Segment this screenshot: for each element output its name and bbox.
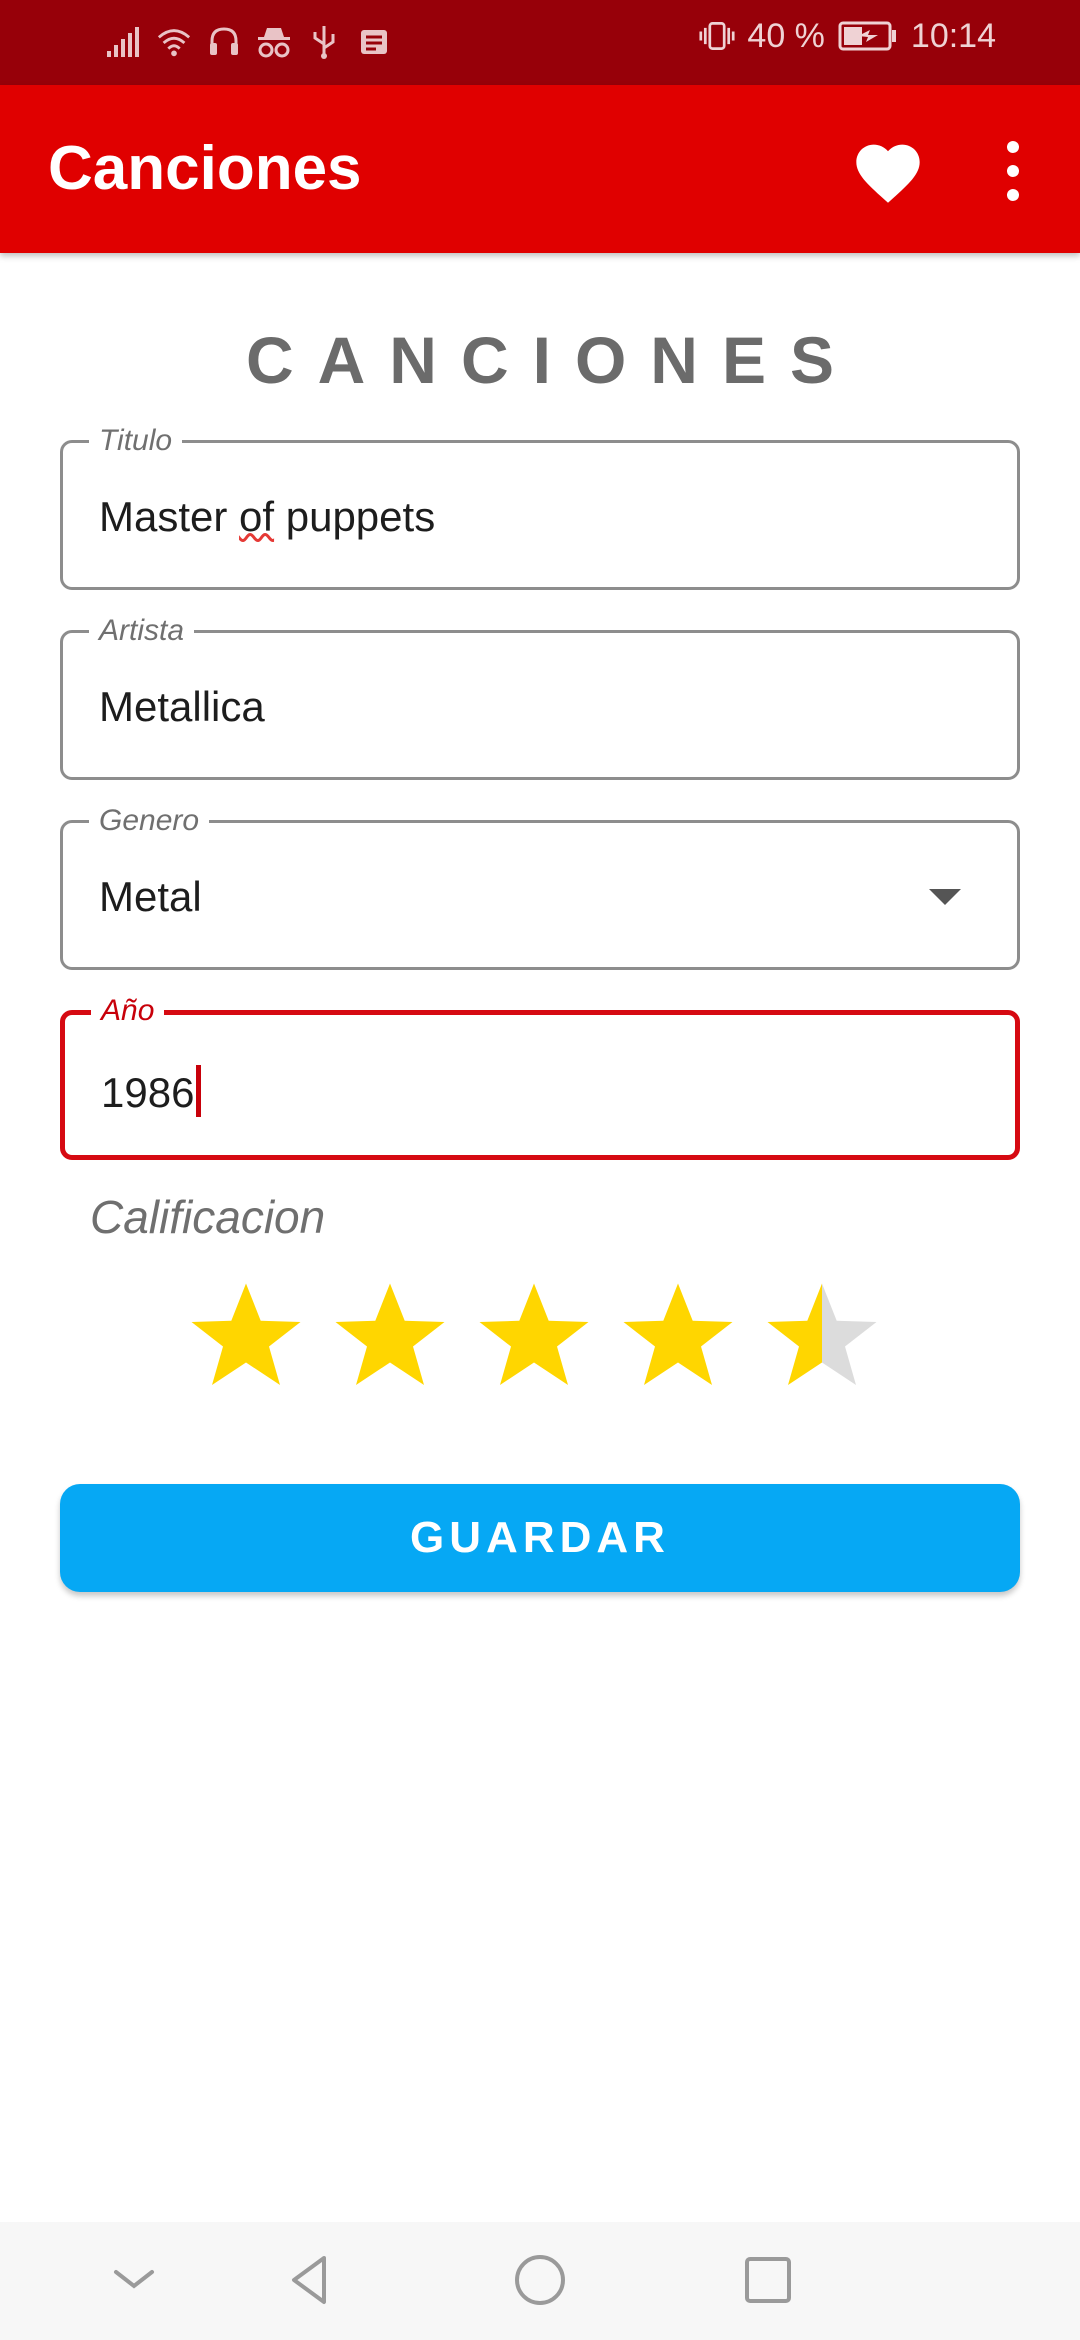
anio-field[interactable]: Año 1986	[60, 995, 1020, 1160]
genero-dropdown[interactable]: Genero Metal	[60, 805, 1020, 970]
artista-input[interactable]: Metallica	[99, 683, 981, 731]
collapse-button[interactable]	[104, 2250, 164, 2310]
signal-icon	[106, 22, 142, 62]
usb-icon	[306, 22, 342, 62]
battery-charging-icon	[837, 16, 899, 56]
page-heading: CANCIONES	[245, 323, 859, 397]
text-cursor	[196, 1065, 202, 1117]
titulo-word: puppets	[285, 493, 436, 540]
titulo-field[interactable]: Titulo Master of puppets	[60, 425, 1020, 590]
artista-field[interactable]: Artista Metallica	[60, 615, 1020, 780]
navigation-bar	[0, 2222, 1080, 2340]
app-bar: Canciones	[0, 85, 1080, 253]
artista-label: Artista	[89, 615, 195, 647]
anio-label: Año	[91, 995, 165, 1027]
back-icon	[292, 2256, 326, 2304]
headset-icon	[206, 22, 242, 62]
genero-selected-value: Metal	[99, 873, 202, 920]
home-button[interactable]	[510, 2250, 570, 2310]
anio-input[interactable]: 1986	[101, 1065, 979, 1117]
more-vert-icon	[1007, 141, 1019, 201]
star-icon[interactable]	[618, 1276, 738, 1396]
status-icons-left	[106, 22, 392, 62]
clock: 10:14	[910, 16, 996, 55]
rating-label: Calificacion	[90, 1191, 326, 1243]
incognito-icon	[256, 22, 292, 62]
app-title: Canciones	[48, 134, 362, 203]
recents-button[interactable]	[738, 2250, 798, 2310]
titulo-word-misspelled: of	[239, 493, 275, 540]
battery-percent: 40 %	[747, 16, 825, 55]
home-icon	[515, 2255, 565, 2305]
dropdown-arrow-icon	[929, 889, 961, 905]
titulo-input[interactable]: Master of puppets	[99, 493, 981, 541]
save-button-label: GUARDAR	[410, 1513, 670, 1562]
status-bar: 40 % 10:14	[0, 0, 1080, 85]
titulo-word: Master	[99, 493, 228, 540]
rating-bar[interactable]	[186, 1276, 882, 1396]
save-button[interactable]: GUARDAR	[60, 1484, 1020, 1592]
heart-icon	[856, 144, 920, 203]
wifi-icon	[156, 22, 192, 62]
star-icon[interactable]	[186, 1276, 306, 1396]
chevron-down-icon	[114, 2270, 154, 2289]
anio-value: 1986	[101, 1069, 195, 1116]
notification-icon	[356, 22, 392, 62]
vibrate-icon	[699, 16, 735, 56]
titulo-label: Titulo	[89, 425, 183, 457]
star-icon[interactable]	[474, 1276, 594, 1396]
more-options-button[interactable]	[995, 135, 1031, 207]
back-button[interactable]	[280, 2250, 340, 2310]
genero-label: Genero	[89, 805, 210, 837]
star-icon[interactable]	[762, 1276, 882, 1396]
favorite-button[interactable]	[850, 135, 926, 205]
status-icons-right: 40 % 10:14	[699, 16, 996, 56]
star-icon[interactable]	[330, 1276, 450, 1396]
recents-icon	[745, 2257, 791, 2303]
